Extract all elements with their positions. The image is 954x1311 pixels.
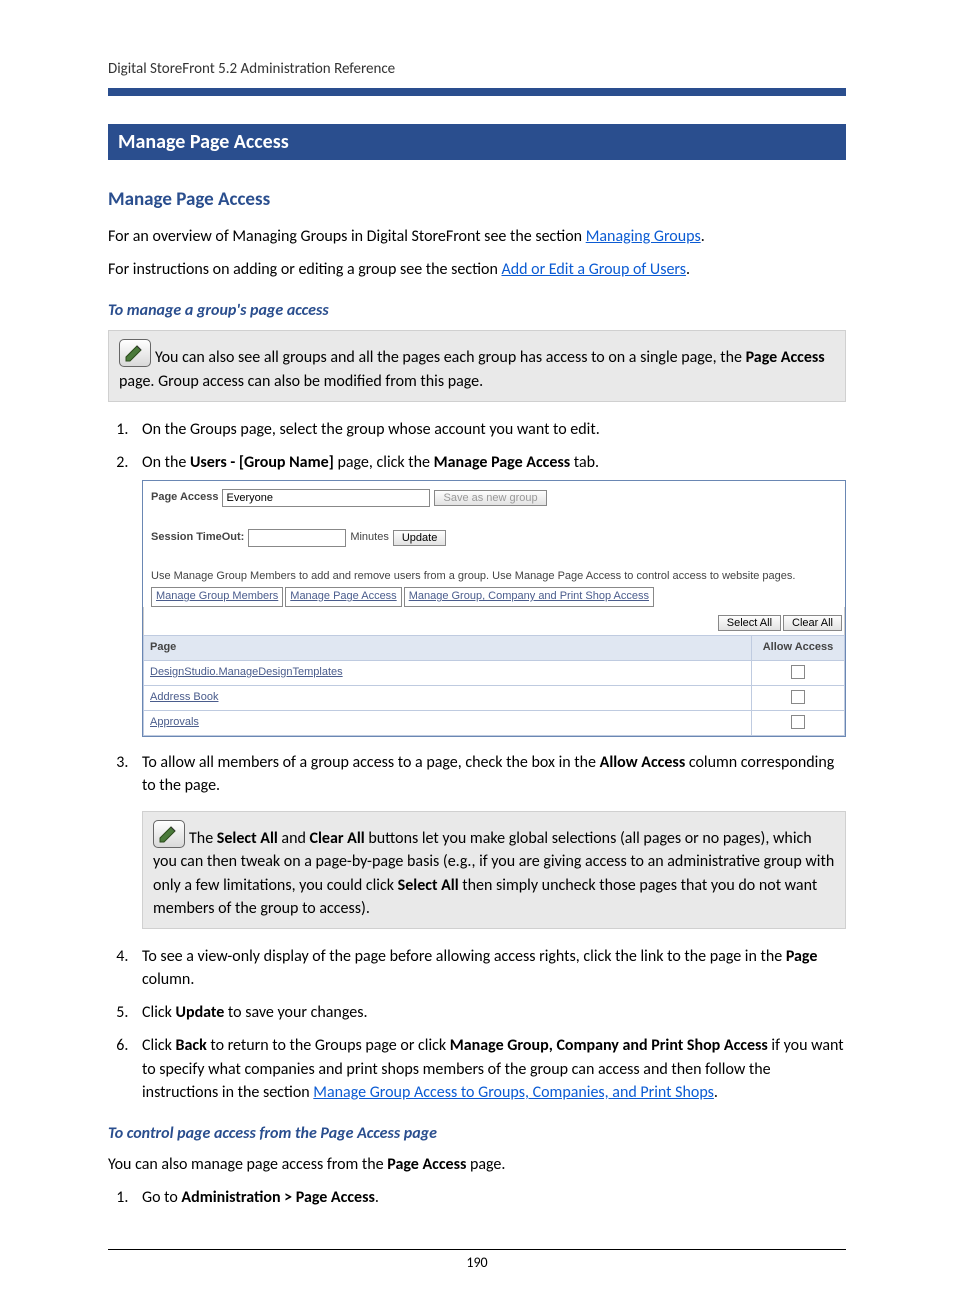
- bold: Allow Access: [600, 753, 686, 772]
- section-title-bar: Manage Page Access: [108, 124, 846, 160]
- text: To allow all members of a group access t…: [142, 753, 600, 772]
- text: tab.: [570, 453, 599, 472]
- text: page, click the: [334, 453, 434, 472]
- note-box-1: You can also see all groups and all the …: [108, 330, 846, 401]
- link-managing-groups[interactable]: Managing Groups: [586, 227, 701, 246]
- step-1: On the Groups page, select the group who…: [132, 418, 846, 441]
- text: For instructions on adding or editing a …: [108, 260, 501, 279]
- table-row: Approvals: [144, 710, 845, 735]
- group-name-input[interactable]: [222, 489, 430, 507]
- tab-manage-group-company-print[interactable]: Manage Group, Company and Print Shop Acc…: [404, 587, 654, 607]
- bold: Select All: [398, 876, 459, 895]
- text: page.: [466, 1155, 505, 1174]
- step-5: Click Update to save your changes.: [132, 1001, 846, 1024]
- text: column.: [142, 970, 194, 989]
- bold: Manage Group, Company and Print Shop Acc…: [450, 1036, 768, 1055]
- bold: Users - [Group Name]: [190, 453, 334, 472]
- text: Go to: [142, 1188, 181, 1207]
- text: .: [714, 1083, 718, 1102]
- step-3: To allow all members of a group access t…: [132, 751, 846, 929]
- text: and: [278, 829, 310, 848]
- session-timeout-label: Session TimeOut:: [151, 530, 244, 546]
- subheading-control: To control page access from the Page Acc…: [108, 1124, 846, 1143]
- page-link[interactable]: Address Book: [150, 691, 218, 703]
- clear-all-button[interactable]: Clear All: [783, 615, 842, 631]
- table-row: Address Book: [144, 685, 845, 710]
- text: For an overview of Managing Groups in Di…: [108, 227, 586, 246]
- bold: Page: [786, 947, 818, 966]
- header-rule: [108, 88, 846, 96]
- step-2: On the Users - [Group Name] page, click …: [132, 451, 846, 737]
- bold: Administration > Page Access: [181, 1188, 374, 1207]
- link-manage-group-access[interactable]: Manage Group Access to Groups, Companies…: [313, 1083, 714, 1102]
- note-bold: Page Access: [746, 348, 825, 367]
- subheading-manage: To manage a group's page access: [108, 301, 846, 320]
- bold: Manage Page Access: [434, 453, 571, 472]
- intro-para-1: For an overview of Managing Groups in Di…: [108, 225, 846, 248]
- text: Click: [142, 1036, 176, 1055]
- text: You can also manage page access from the: [108, 1155, 387, 1174]
- pencil-note-icon: [153, 820, 185, 848]
- intro-para-2: For instructions on adding or editing a …: [108, 258, 846, 281]
- page-access-label: Page Access: [151, 490, 218, 506]
- text: .: [701, 227, 705, 246]
- note-text: You can also see all groups and all the …: [155, 348, 746, 367]
- note-text: page. Group access can also be modified …: [119, 372, 483, 391]
- page-number: 190: [466, 1254, 487, 1271]
- col-header-allow: Allow Access: [752, 636, 845, 661]
- tab-manage-page-access[interactable]: Manage Page Access: [285, 587, 401, 607]
- steps-list-2: Go to Administration > Page Access.: [108, 1186, 846, 1209]
- minutes-label: Minutes: [350, 530, 389, 546]
- page-footer: 190: [108, 1249, 846, 1271]
- save-as-new-group-button[interactable]: Save as new group: [434, 490, 546, 506]
- bold: Page Access: [387, 1155, 466, 1174]
- select-all-button[interactable]: Select All: [718, 615, 781, 631]
- text: On the: [142, 453, 190, 472]
- para-3: You can also manage page access from the…: [108, 1153, 846, 1176]
- allow-checkbox[interactable]: [791, 715, 805, 729]
- text: to return to the Groups page or click: [207, 1036, 450, 1055]
- bold: Select All: [217, 829, 278, 848]
- page-access-table: Page Allow Access DesignStudio.ManageDes…: [143, 635, 845, 736]
- step-b1: Go to Administration > Page Access.: [132, 1186, 846, 1209]
- allow-checkbox[interactable]: [791, 690, 805, 704]
- update-button[interactable]: Update: [393, 530, 446, 546]
- pencil-note-icon: [119, 339, 151, 367]
- text: To see a view-only display of the page b…: [142, 947, 786, 966]
- table-row: DesignStudio.ManageDesignTemplates: [144, 660, 845, 685]
- bold: Update: [176, 1003, 225, 1022]
- text: The: [189, 829, 217, 848]
- note-box-2: The Select All and Clear All buttons let…: [142, 811, 846, 929]
- text: .: [686, 260, 690, 279]
- ui-help-text: Use Manage Group Members to add and remo…: [151, 569, 837, 585]
- text: .: [375, 1188, 379, 1207]
- ui-tabs: Manage Group Members Manage Page Access …: [151, 587, 837, 607]
- text: to save your changes.: [224, 1003, 367, 1022]
- doc-header: Digital StoreFront 5.2 Administration Re…: [108, 60, 846, 78]
- page-link[interactable]: Approvals: [150, 716, 199, 728]
- step-4: To see a view-only display of the page b…: [132, 945, 846, 991]
- tab-manage-group-members[interactable]: Manage Group Members: [151, 587, 283, 607]
- text: Click: [142, 1003, 176, 1022]
- allow-checkbox[interactable]: [791, 665, 805, 679]
- steps-list-1: On the Groups page, select the group who…: [108, 418, 846, 1104]
- session-timeout-input[interactable]: [248, 529, 346, 547]
- page-link[interactable]: DesignStudio.ManageDesignTemplates: [150, 666, 343, 678]
- step-6: Click Back to return to the Groups page …: [132, 1034, 846, 1104]
- col-header-page: Page: [144, 636, 752, 661]
- ui-screenshot-panel: Page Access Save as new group Session Ti…: [142, 480, 846, 737]
- bold: Clear All: [310, 829, 365, 848]
- page-title: Manage Page Access: [108, 188, 846, 211]
- link-add-edit-group[interactable]: Add or Edit a Group of Users: [501, 260, 686, 279]
- bold: Back: [176, 1036, 207, 1055]
